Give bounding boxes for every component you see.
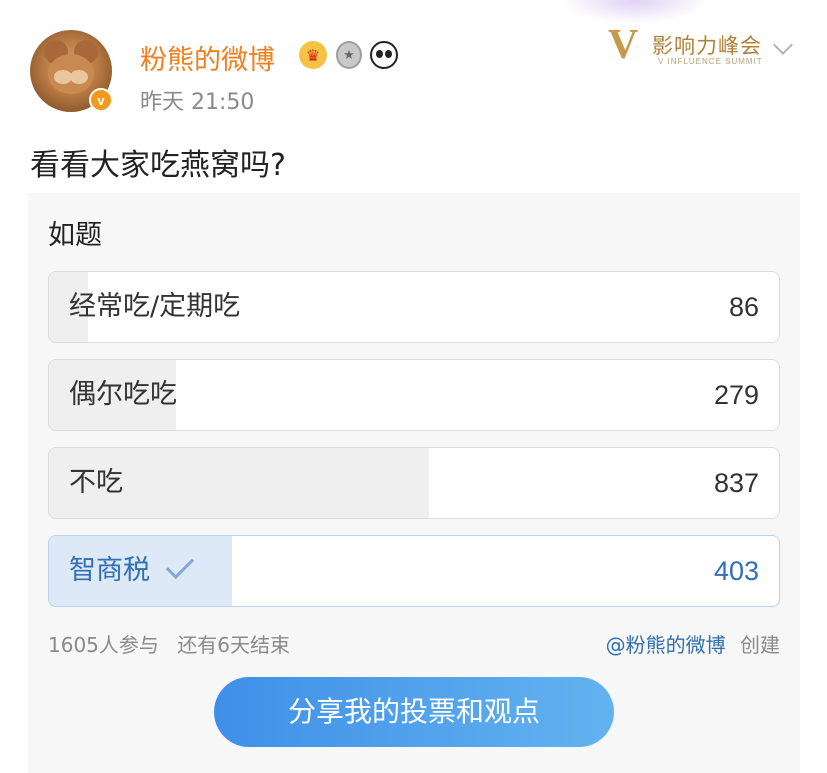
verified-badge: v bbox=[89, 88, 113, 112]
crown-icon[interactable]: ♛ bbox=[299, 41, 327, 69]
v-logo-mark: V bbox=[608, 22, 639, 68]
poll-created-label: 创建 bbox=[740, 633, 780, 657]
decorative-glow bbox=[560, 0, 710, 24]
post-text: 看看大家吃燕窝吗? bbox=[30, 148, 286, 183]
poll-option[interactable]: 不吃 837 bbox=[48, 447, 780, 519]
share-vote-button[interactable]: 分享我的投票和观点 bbox=[214, 677, 614, 747]
poll-option[interactable]: 偶尔吃吃 279 bbox=[48, 359, 780, 431]
panda-icon[interactable] bbox=[370, 41, 398, 69]
weibo-post: v 粉熊的微博 ♛ ★ 昨天 21:50 V 影响力峰会 V INFLUENCE… bbox=[0, 0, 827, 773]
poll-option-count: 86 bbox=[728, 292, 759, 322]
poll-option-selected[interactable]: 智商税 403 bbox=[48, 535, 780, 607]
poll-option-count: 837 bbox=[713, 468, 759, 498]
poll-card: 如题 经常吃/定期吃 86 偶尔吃吃 279 不吃 837 智商税 403 16… bbox=[28, 193, 800, 773]
v-influence-summit-logo[interactable]: V 影响力峰会 V INFLUENCE SUMMIT bbox=[608, 24, 778, 70]
poll-option-count: 279 bbox=[713, 380, 759, 410]
poll-stats: 1605人参与 还有6天结束 bbox=[48, 629, 302, 658]
post-timestamp: 昨天 21:50 bbox=[140, 90, 255, 115]
poll-option-label: 经常吃/定期吃 bbox=[69, 291, 241, 322]
poll-option-count: 403 bbox=[713, 556, 759, 586]
poll-remaining: 还有6天结束 bbox=[177, 633, 290, 657]
v-logo-subtitle: V INFLUENCE SUMMIT bbox=[658, 57, 763, 66]
bear-paw bbox=[70, 70, 88, 84]
poll-option-label: 偶尔吃吃 bbox=[69, 379, 177, 410]
v-logo-text: 影响力峰会 bbox=[652, 34, 762, 58]
poll-option-label: 智商税 bbox=[69, 555, 150, 586]
poll-creator-link[interactable]: @粉熊的微博 bbox=[606, 633, 726, 657]
poll-option-label: 不吃 bbox=[69, 467, 123, 498]
poll-option[interactable]: 经常吃/定期吃 86 bbox=[48, 271, 780, 343]
poll-title: 如题 bbox=[48, 220, 102, 251]
username[interactable]: 粉熊的微博 bbox=[140, 38, 275, 77]
poll-creator-info: @粉熊的微博 创建 bbox=[606, 629, 780, 658]
poll-participants: 1605人参与 bbox=[48, 633, 159, 657]
medal-icon[interactable]: ★ bbox=[336, 41, 362, 69]
